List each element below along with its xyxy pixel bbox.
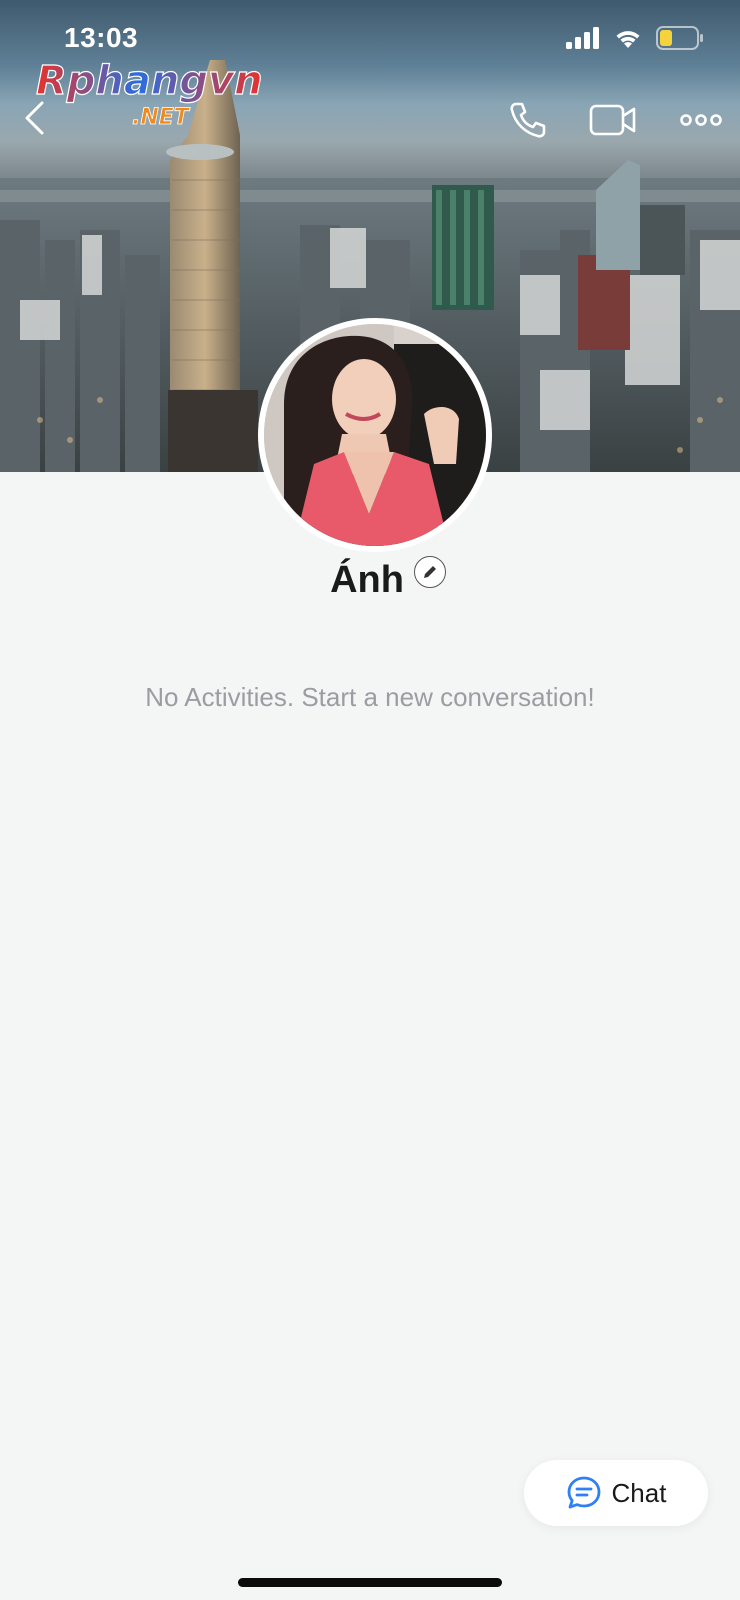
battery-icon [656,26,703,50]
status-icons [566,26,704,50]
phone-icon [510,102,546,138]
voice-call-button[interactable] [506,98,550,142]
profile-name: Ánh [330,558,404,601]
chat-button-label: Chat [611,1477,667,1508]
home-indicator [238,1578,502,1587]
more-options-button[interactable] [678,100,724,140]
pencil-icon [423,566,436,578]
avatar-photo [264,324,486,546]
svg-text:.NET: .NET [132,105,191,130]
profile-avatar[interactable] [258,318,492,552]
chat-button[interactable]: Chat [524,1460,708,1526]
status-time: 13:03 [64,22,139,53]
back-button[interactable] [14,98,54,138]
cellular-signal-icon [566,27,599,49]
watermark-logo: Rphangvn .NET [35,58,263,130]
profile-name-row: Ánh [0,555,740,605]
edit-name-button[interactable] [413,556,446,588]
wifi-icon [616,31,640,48]
svg-text:Rphangvn: Rphangvn [36,58,263,104]
more-horizontal-icon [680,114,722,126]
chevron-left-icon [25,101,44,135]
video-call-button[interactable] [588,98,638,142]
chat-bubble-icon [567,1476,600,1509]
empty-activity-message: No Activities. Start a new conversation! [145,682,595,712]
video-camera-icon [589,104,636,136]
